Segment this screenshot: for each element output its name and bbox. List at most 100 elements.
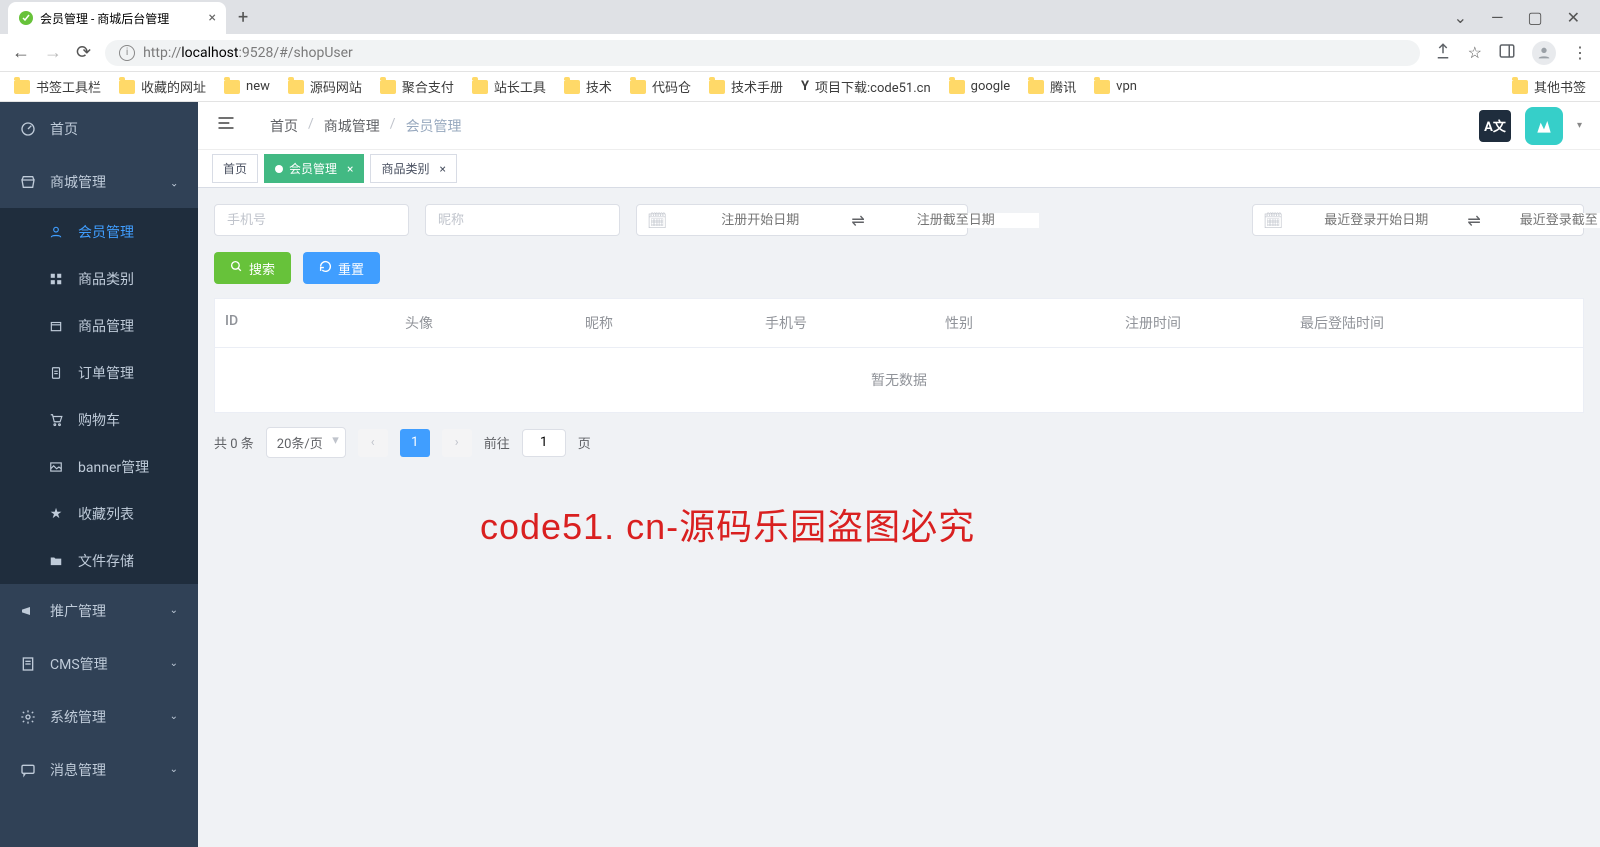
tab-close-icon[interactable]: × — [209, 10, 216, 26]
address-bar[interactable]: i http://localhost:9528/#/shopUser — [105, 40, 1420, 66]
sidebar-item-files[interactable]: 文件存储 — [0, 537, 198, 584]
col-nickname: 昵称 — [575, 299, 755, 347]
range-sep-icon: ⇌ — [1459, 211, 1488, 230]
menu-icon[interactable]: ⋮ — [1572, 43, 1588, 62]
reset-button[interactable]: 重置 — [303, 252, 380, 284]
folder-icon — [564, 80, 580, 94]
sidebar-item-favorites[interactable]: ★收藏列表 — [0, 490, 198, 537]
prev-page-button[interactable]: ‹ — [358, 429, 388, 457]
sidebar-item-member[interactable]: 会员管理 — [0, 208, 198, 255]
dropdown-icon[interactable]: ⌄ — [1454, 8, 1467, 27]
sidebar-item-order[interactable]: 订单管理 — [0, 349, 198, 396]
browser-reload-button[interactable]: ⟳ — [76, 42, 91, 63]
folder-icon — [1094, 80, 1110, 94]
bookmark-item[interactable]: new — [224, 79, 270, 94]
browser-tab[interactable]: 会员管理 - 商城后台管理 × — [8, 2, 226, 34]
folder-icon — [709, 80, 725, 94]
sidebar-item-message[interactable]: 消息管理⌄ — [0, 743, 198, 796]
folder-icon — [1512, 80, 1528, 94]
bookmark-item[interactable]: 代码仓 — [630, 77, 691, 96]
window-close-button[interactable]: ✕ — [1567, 8, 1580, 27]
bookmark-item[interactable]: 书签工具栏 — [14, 77, 101, 96]
folder-icon — [1028, 80, 1044, 94]
calendar-icon: 🗓 — [1253, 211, 1293, 230]
cart-icon — [48, 412, 64, 428]
search-button[interactable]: 搜索 — [214, 252, 291, 284]
tab-home[interactable]: 首页 — [212, 154, 258, 183]
login-end-date[interactable] — [1489, 213, 1600, 228]
data-table: ID 头像 昵称 手机号 性别 注册时间 最后登陆时间 暂无数据 — [214, 298, 1584, 413]
sidebar-item-promo[interactable]: 推广管理⌄ — [0, 584, 198, 637]
col-lastlogin: 最后登陆时间 — [1290, 299, 1583, 347]
breadcrumb-mall[interactable]: 商城管理 — [324, 116, 380, 136]
bookmark-item[interactable]: 腾讯 — [1028, 77, 1076, 96]
bookmark-item[interactable]: google — [949, 79, 1010, 94]
phone-input[interactable] — [214, 204, 409, 236]
box-icon — [48, 318, 64, 334]
sidebar-item-mall[interactable]: 商城管理 ⌃ — [0, 155, 198, 208]
bookmark-star-icon[interactable]: ☆ — [1468, 43, 1482, 62]
next-page-button[interactable]: › — [442, 429, 472, 457]
register-date-range[interactable]: 🗓 ⇌ — [636, 204, 968, 236]
sidebar-item-category[interactable]: 商品类别 — [0, 255, 198, 302]
folder-icon — [630, 80, 646, 94]
tab-close-icon[interactable]: × — [347, 162, 353, 176]
breadcrumb: 首页 / 商城管理 / 会员管理 — [270, 116, 462, 136]
new-tab-button[interactable]: + — [226, 1, 260, 34]
hamburger-icon[interactable] — [216, 113, 236, 138]
clipboard-icon — [48, 365, 64, 381]
sidebar-item-banner[interactable]: banner管理 — [0, 443, 198, 490]
folder-icon — [288, 80, 304, 94]
bookmark-item[interactable]: 站长工具 — [472, 77, 546, 96]
chevron-down-icon: ⌄ — [170, 658, 178, 669]
sidebar-item-home[interactable]: 首页 — [0, 102, 198, 155]
tab-category[interactable]: 商品类别× — [370, 154, 456, 183]
bookmark-item[interactable]: Y项目下载:code51.cn — [801, 77, 931, 96]
bookmark-item[interactable]: 聚合支付 — [380, 77, 454, 96]
bookmark-item[interactable]: 收藏的网址 — [119, 77, 206, 96]
profile-avatar[interactable] — [1532, 41, 1556, 65]
tab-member[interactable]: 会员管理× — [264, 154, 364, 183]
bookmark-item[interactable]: 技术 — [564, 77, 612, 96]
bookmark-item[interactable]: 技术手册 — [709, 77, 783, 96]
goto-label: 前往 — [484, 433, 510, 452]
bookmark-item[interactable]: vpn — [1094, 79, 1137, 94]
bookmark-other[interactable]: 其他书签 — [1512, 77, 1586, 96]
sidebar-item-system[interactable]: 系统管理⌄ — [0, 690, 198, 743]
user-avatar[interactable] — [1525, 107, 1563, 145]
page-size-select[interactable]: 20条/页 — [266, 427, 346, 458]
tab-close-icon[interactable]: × — [439, 162, 445, 176]
window-maximize-button[interactable]: ▢ — [1527, 8, 1542, 27]
share-icon[interactable] — [1434, 42, 1452, 64]
side-panel-icon[interactable] — [1498, 42, 1516, 64]
sidebar: 首页 商城管理 ⌃ 会员管理 商品类别 商品管理 订单管理 购物车 banner… — [0, 102, 198, 847]
goto-page-input[interactable] — [522, 429, 566, 457]
tab-title: 会员管理 - 商城后台管理 — [40, 10, 169, 27]
col-regtime: 注册时间 — [1115, 299, 1290, 347]
language-button[interactable]: A文 — [1479, 110, 1511, 142]
browser-back-button[interactable]: ← — [12, 42, 30, 63]
register-start-date[interactable] — [677, 213, 843, 228]
document-icon — [20, 656, 36, 672]
search-icon — [230, 260, 243, 277]
chevron-down-icon: ⌄ — [170, 764, 178, 775]
range-sep-icon: ⇌ — [843, 211, 872, 230]
user-icon — [48, 224, 64, 240]
dropdown-icon[interactable]: ▾ — [1577, 120, 1582, 131]
bookmark-item[interactable]: 源码网站 — [288, 77, 362, 96]
gear-icon — [20, 709, 36, 725]
sidebar-item-cms[interactable]: CMS管理⌄ — [0, 637, 198, 690]
breadcrumb-home[interactable]: 首页 — [270, 116, 298, 136]
image-icon — [48, 459, 64, 475]
login-date-range[interactable]: 🗓 ⇌ — [1252, 204, 1584, 236]
folder-icon — [14, 80, 30, 94]
nickname-input[interactable] — [425, 204, 620, 236]
sidebar-item-cart[interactable]: 购物车 — [0, 396, 198, 443]
sidebar-item-product[interactable]: 商品管理 — [0, 302, 198, 349]
chevron-down-icon: ⌄ — [170, 711, 178, 722]
table-empty: 暂无数据 — [215, 348, 1583, 412]
browser-forward-button[interactable]: → — [44, 42, 62, 63]
window-minimize-button[interactable]: — — [1491, 8, 1504, 27]
login-start-date[interactable] — [1293, 213, 1459, 228]
page-number-button[interactable]: 1 — [400, 429, 430, 457]
